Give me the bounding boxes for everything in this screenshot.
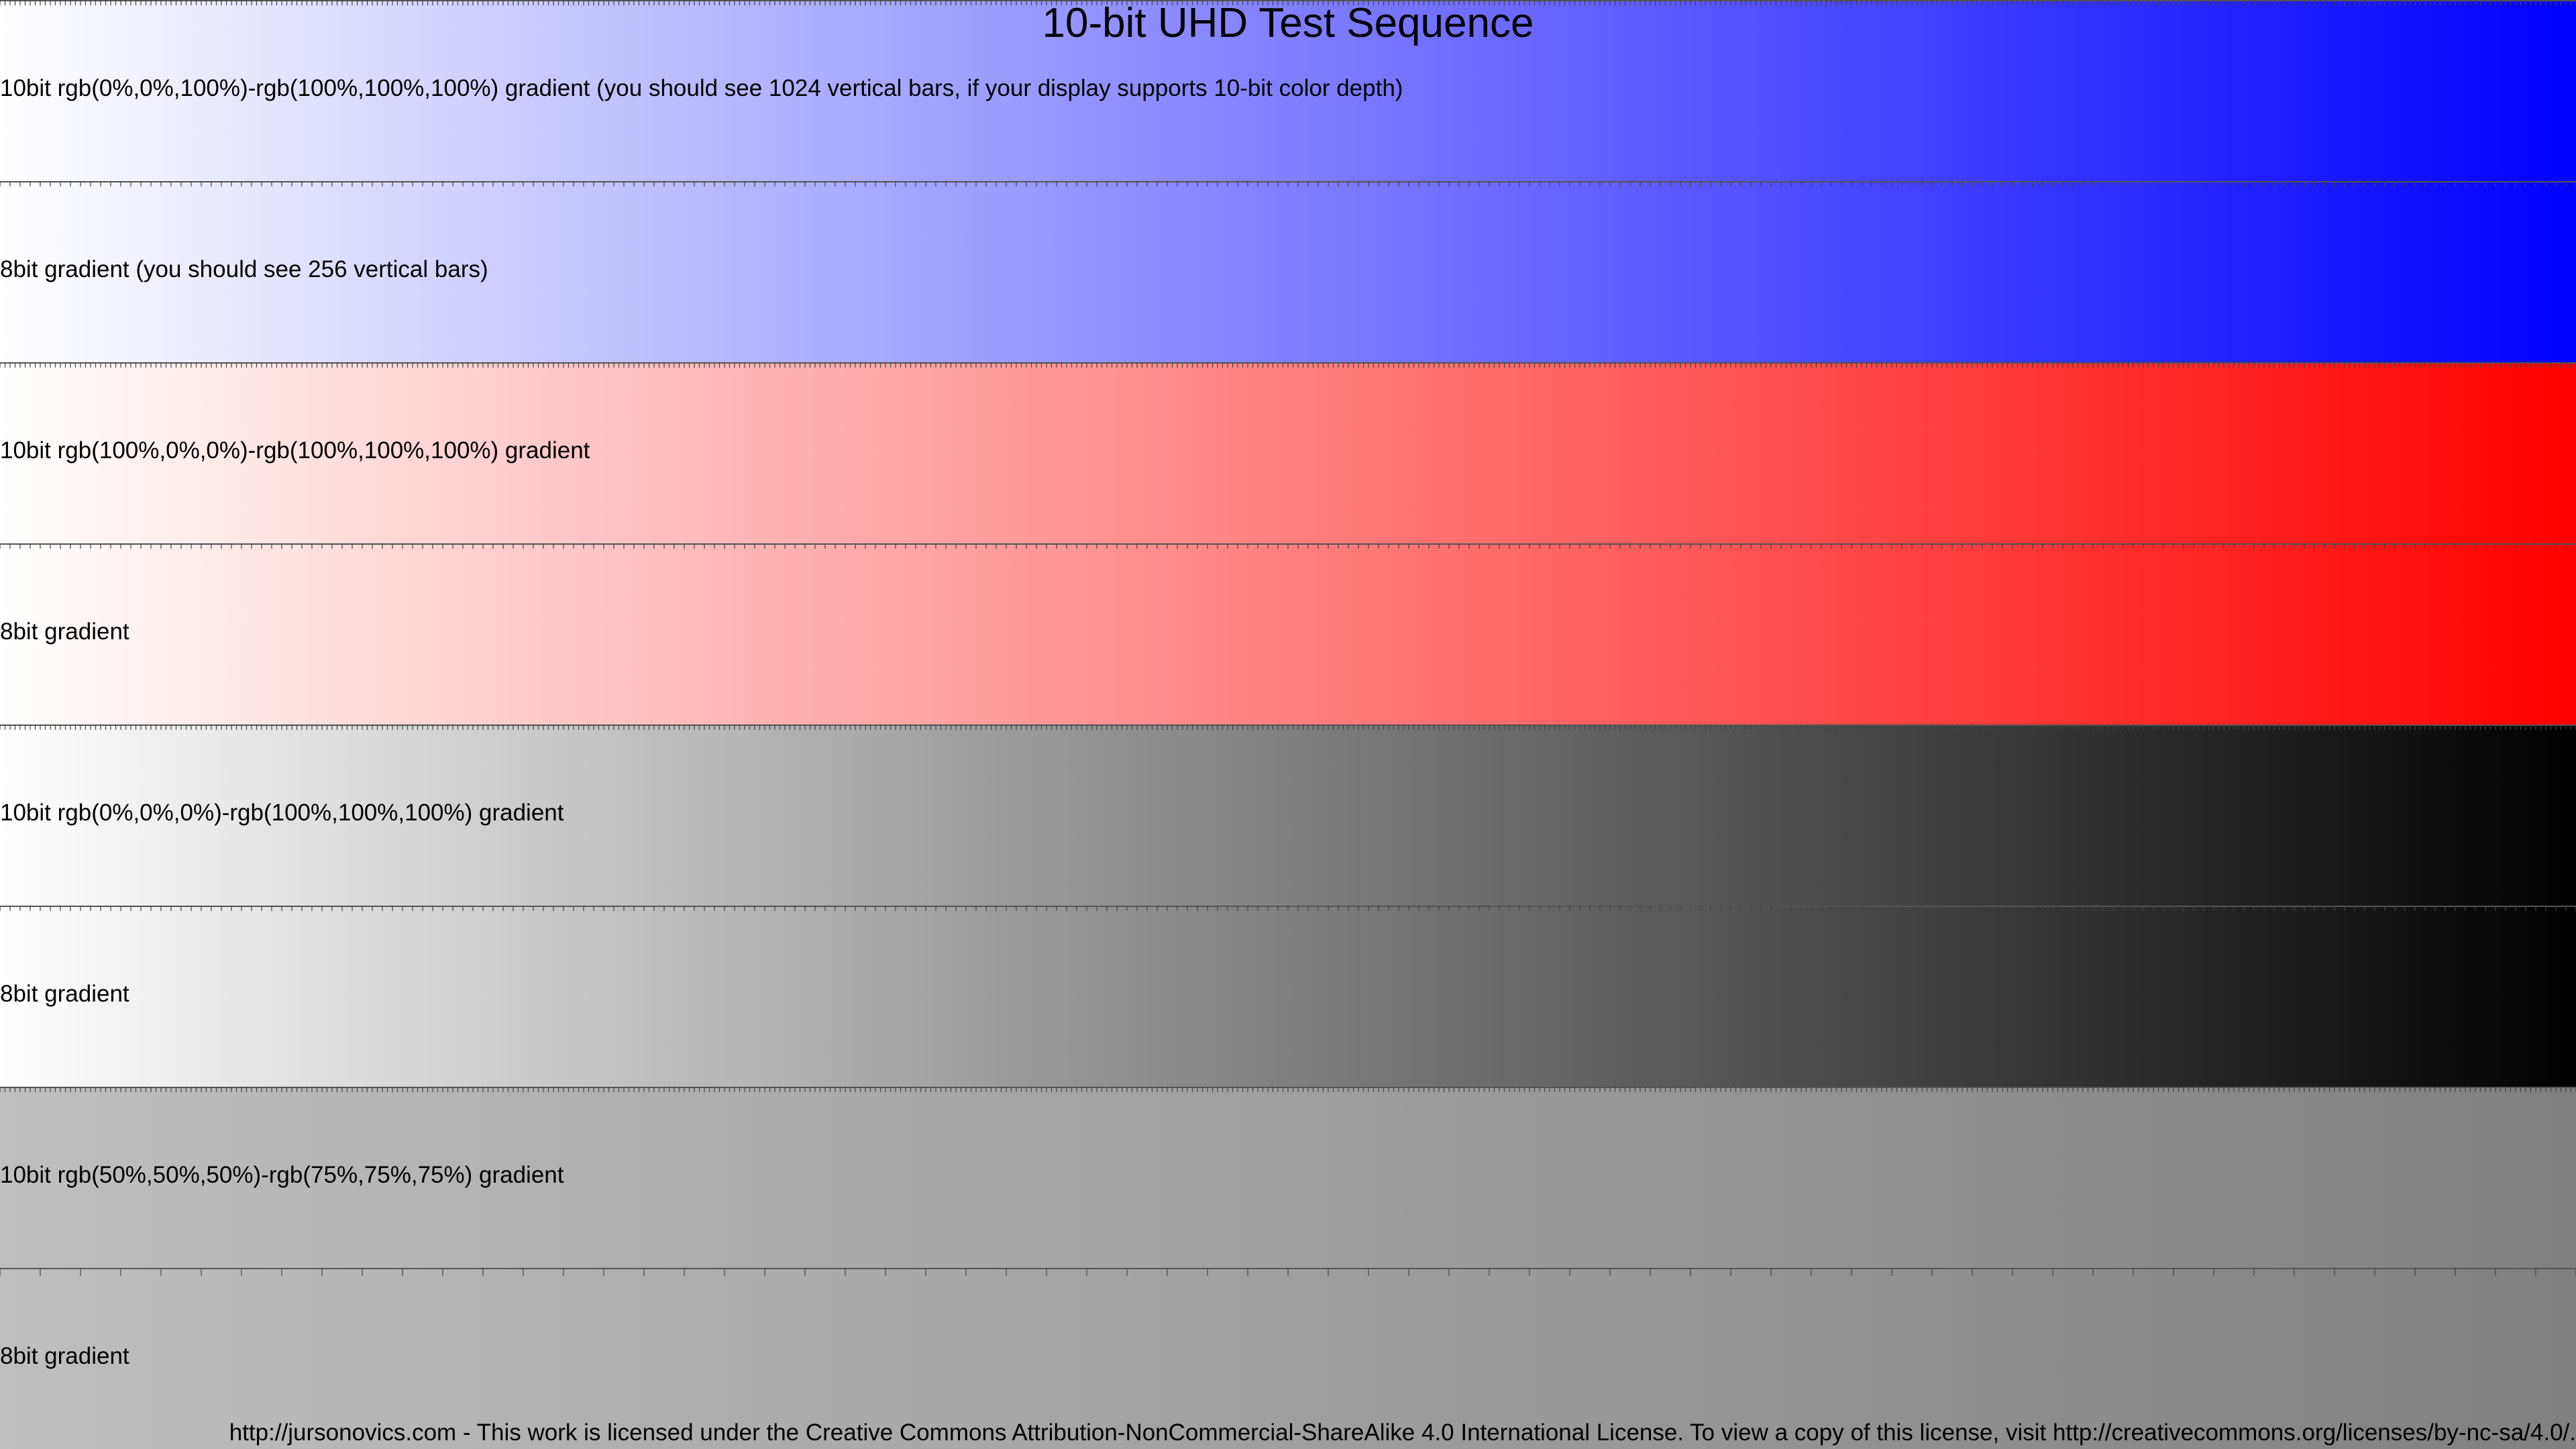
- step-ticks: [0, 1087, 2576, 1092]
- license-footer: http://jursonovics.com - This work is li…: [229, 1419, 2576, 1446]
- band-label: 10bit rgb(0%,0%,0%)-rgb(100%,100%,100%) …: [0, 800, 564, 826]
- band-label: 8bit gradient: [0, 981, 129, 1007]
- gradient-band: 8bit gradient (you should see 256 vertic…: [0, 181, 2576, 362]
- band-label: 8bit gradient: [0, 1343, 129, 1369]
- step-ticks: [0, 724, 2576, 730]
- gradient-band: 10bit rgb(50%,50%,50%)-rgb(75%,75%,75%) …: [0, 1087, 2576, 1268]
- test-pattern: 10bit rgb(0%,0%,100%)-rgb(100%,100%,100%…: [0, 0, 2576, 1449]
- gradient-band: 8bit gradient: [0, 543, 2576, 724]
- step-ticks: [0, 543, 2576, 549]
- step-ticks: [0, 906, 2576, 911]
- band-label: 10bit rgb(50%,50%,50%)-rgb(75%,75%,75%) …: [0, 1162, 564, 1188]
- gradient-band: 10bit rgb(0%,0%,0%)-rgb(100%,100%,100%) …: [0, 724, 2576, 906]
- band-label: 10bit rgb(0%,0%,100%)-rgb(100%,100%,100%…: [0, 75, 1403, 101]
- band-label: 10bit rgb(100%,0%,0%)-rgb(100%,100%,100%…: [0, 437, 590, 464]
- step-ticks: [0, 362, 2576, 368]
- page-title: 10-bit UHD Test Sequence: [1042, 0, 1534, 46]
- band-label: 8bit gradient (you should see 256 vertic…: [0, 256, 488, 282]
- step-ticks: [0, 1268, 2576, 1276]
- gradient-band: 8bit gradient: [0, 906, 2576, 1087]
- step-ticks: [0, 181, 2576, 186]
- gradient-band: 10bit rgb(100%,0%,0%)-rgb(100%,100%,100%…: [0, 362, 2576, 543]
- band-label: 8bit gradient: [0, 619, 129, 645]
